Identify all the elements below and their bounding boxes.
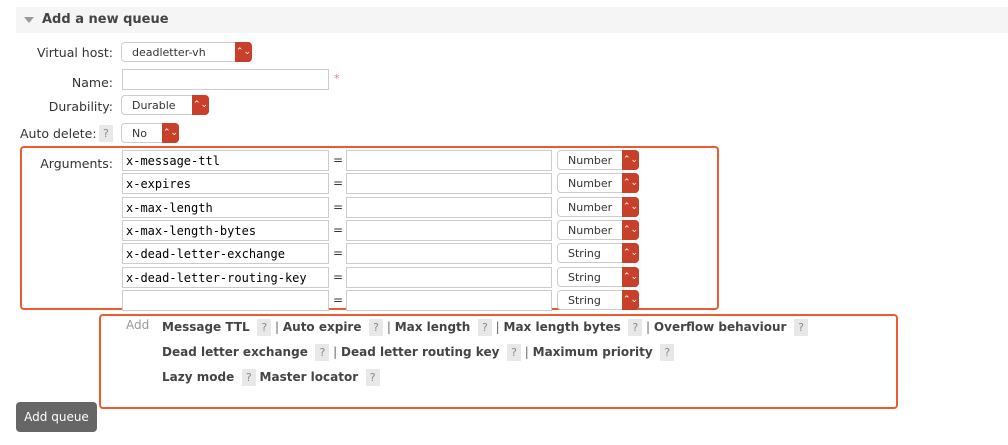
- argument-type-select[interactable]: Number ⌃⌄: [557, 150, 639, 170]
- argument-type-value: String: [568, 247, 601, 260]
- argument-key-input[interactable]: [122, 267, 329, 288]
- up-down-chevron-icon: ⌃⌄: [622, 243, 639, 263]
- shortcut-link[interactable]: Maximum priority: [533, 345, 653, 359]
- argument-key-input[interactable]: [122, 220, 329, 241]
- add-label: Add: [126, 318, 150, 332]
- up-down-chevron-icon: ⌃⌄: [622, 197, 639, 217]
- separator: |: [333, 345, 338, 359]
- auto-delete-help[interactable]: ?: [99, 125, 113, 142]
- argument-type-value: Number: [568, 177, 613, 190]
- shortcut-help[interactable]: ?: [369, 319, 383, 336]
- argument-value-input[interactable]: [346, 150, 552, 171]
- argument-type-select[interactable]: Number ⌃⌄: [557, 173, 639, 193]
- collapse-triangle-icon: [24, 17, 34, 23]
- equals-sign: =: [333, 246, 344, 260]
- shortcut-link[interactable]: Lazy mode: [162, 370, 234, 384]
- up-down-chevron-icon: ⌃⌄: [162, 123, 179, 143]
- durability-select[interactable]: Durable ⌃⌄: [121, 95, 209, 115]
- virtual-host-value: deadletter-vh: [132, 46, 206, 59]
- shortcut-help[interactable]: ?: [365, 369, 380, 386]
- up-down-chevron-icon: ⌃⌄: [622, 173, 639, 193]
- argument-key-input[interactable]: [122, 197, 329, 218]
- argument-type-value: Number: [568, 154, 613, 167]
- auto-delete-select[interactable]: No ⌃⌄: [121, 123, 179, 143]
- separator: |: [495, 320, 500, 334]
- argument-type-select[interactable]: String ⌃⌄: [557, 243, 639, 263]
- equals-sign: =: [333, 293, 344, 307]
- shortcut-help[interactable]: ?: [241, 369, 256, 386]
- shortcut-link[interactable]: Auto expire: [283, 320, 362, 334]
- shortcut-help[interactable]: ?: [507, 344, 521, 361]
- argument-type-value: Number: [568, 224, 613, 237]
- arguments-label: Arguments:: [40, 156, 113, 171]
- durability-value: Durable: [132, 99, 176, 112]
- equals-sign: =: [333, 176, 344, 190]
- separator: |: [646, 320, 651, 334]
- equals-sign: =: [333, 270, 344, 284]
- up-down-chevron-icon: ⌃⌄: [622, 290, 639, 310]
- up-down-chevron-icon: ⌃⌄: [622, 150, 639, 170]
- durability-label: Durability:: [48, 99, 113, 114]
- argument-key-input[interactable]: [122, 290, 329, 311]
- argument-value-input[interactable]: [346, 220, 552, 241]
- equals-sign: =: [333, 200, 344, 214]
- separator: |: [274, 320, 280, 334]
- shortcut-help[interactable]: ?: [628, 319, 643, 336]
- argument-type-select[interactable]: Number ⌃⌄: [557, 197, 639, 217]
- auto-delete-value: No: [132, 127, 147, 140]
- virtual-host-select[interactable]: deadletter-vh ⌃⌄: [121, 42, 252, 62]
- shortcut-link[interactable]: Master locator: [260, 370, 359, 384]
- shortcut-link[interactable]: Overflow behaviour: [654, 320, 787, 334]
- add-queue-button[interactable]: Add queue: [16, 402, 97, 432]
- argument-type-value: String: [568, 294, 601, 307]
- argument-type-select[interactable]: String ⌃⌄: [557, 290, 639, 310]
- up-down-chevron-icon: ⌃⌄: [235, 42, 252, 62]
- argument-value-input[interactable]: [346, 197, 552, 218]
- shortcut-row: Dead letter exchange ? | Dead letter rou…: [162, 344, 675, 361]
- shortcut-help[interactable]: ?: [315, 344, 330, 361]
- argument-type-select[interactable]: String ⌃⌄: [557, 267, 639, 287]
- shortcut-help[interactable]: ?: [477, 319, 492, 336]
- shortcut-row: Message TTL ? | Auto expire ? | Max leng…: [162, 319, 808, 336]
- shortcut-link[interactable]: Max length bytes: [504, 320, 621, 334]
- shortcut-help[interactable]: ?: [660, 344, 675, 361]
- required-mark: *: [334, 72, 340, 85]
- shortcut-help[interactable]: ?: [257, 319, 272, 336]
- argument-value-input[interactable]: [346, 243, 552, 264]
- shortcut-link[interactable]: Dead letter routing key: [341, 345, 499, 359]
- argument-value-input[interactable]: [346, 290, 552, 311]
- argument-type-value: Number: [568, 201, 613, 214]
- argument-key-input[interactable]: [122, 150, 329, 171]
- argument-type-select[interactable]: Number ⌃⌄: [557, 220, 639, 240]
- argument-value-input[interactable]: [346, 173, 552, 194]
- up-down-chevron-icon: ⌃⌄: [192, 95, 209, 115]
- equals-sign: =: [333, 223, 344, 237]
- shortcut-link[interactable]: Max length: [395, 320, 471, 334]
- separator: |: [386, 320, 391, 334]
- equals-sign: =: [333, 153, 344, 167]
- argument-value-input[interactable]: [346, 267, 552, 288]
- shortcut-link[interactable]: Dead letter exchange: [162, 345, 308, 359]
- shortcut-help[interactable]: ?: [794, 319, 808, 336]
- argument-key-input[interactable]: [122, 173, 329, 194]
- name-input[interactable]: [122, 69, 329, 90]
- virtual-host-label: Virtual host:: [36, 45, 113, 60]
- name-label: Name:: [71, 75, 113, 90]
- up-down-chevron-icon: ⌃⌄: [622, 220, 639, 240]
- separator: |: [524, 345, 529, 359]
- argument-type-value: String: [568, 271, 601, 284]
- up-down-chevron-icon: ⌃⌄: [622, 267, 639, 287]
- auto-delete-label: Auto delete:: [20, 126, 97, 141]
- section-title: Add a new queue: [42, 12, 169, 27]
- section-header[interactable]: Add a new queue: [16, 7, 1008, 33]
- argument-key-input[interactable]: [122, 243, 329, 264]
- shortcut-row: Lazy mode ? Master locator ?: [162, 369, 380, 386]
- shortcut-link[interactable]: Message TTL: [162, 320, 250, 334]
